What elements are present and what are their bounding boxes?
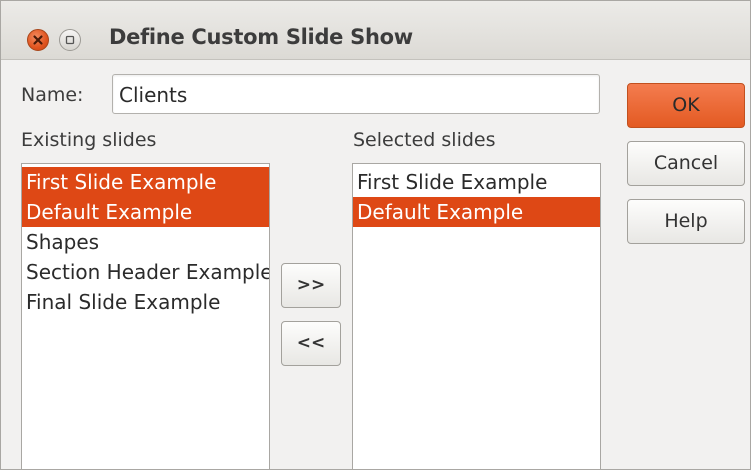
name-input[interactable]: Clients	[112, 74, 600, 114]
list-item[interactable]: Final Slide Example	[22, 287, 269, 317]
title-bar: Define Custom Slide Show	[1, 1, 750, 60]
close-icon	[33, 35, 43, 45]
minimize-button[interactable]	[59, 29, 81, 51]
ok-button[interactable]: OK	[627, 83, 745, 128]
existing-slides-list[interactable]: First Slide Example Default Example Shapes…	[21, 163, 270, 469]
remove-slides-button[interactable]: <<	[281, 321, 341, 366]
window-title: Define Custom Slide Show	[109, 25, 413, 49]
list-item[interactable]: Default Example	[22, 197, 269, 227]
selected-slides-label: Selected slides	[353, 129, 496, 151]
list-item[interactable]: First Slide Example	[22, 167, 269, 197]
name-label: Name:	[21, 84, 84, 106]
list-item[interactable]: Shapes	[22, 227, 269, 257]
dialog-window: Define Custom Slide Show Name: Clients E…	[0, 0, 751, 470]
help-button[interactable]: Help	[627, 199, 745, 244]
add-slides-button[interactable]: >>	[281, 263, 341, 308]
selected-slides-list[interactable]: First Slide Example Default Example	[352, 163, 601, 469]
close-button[interactable]	[27, 29, 49, 51]
list-item[interactable]: Default Example	[353, 197, 600, 227]
list-item[interactable]: Section Header Example	[22, 257, 269, 287]
list-item[interactable]: First Slide Example	[353, 167, 600, 197]
existing-slides-label: Existing slides	[21, 129, 157, 151]
minimize-icon	[65, 35, 75, 45]
cancel-button[interactable]: Cancel	[627, 141, 745, 186]
